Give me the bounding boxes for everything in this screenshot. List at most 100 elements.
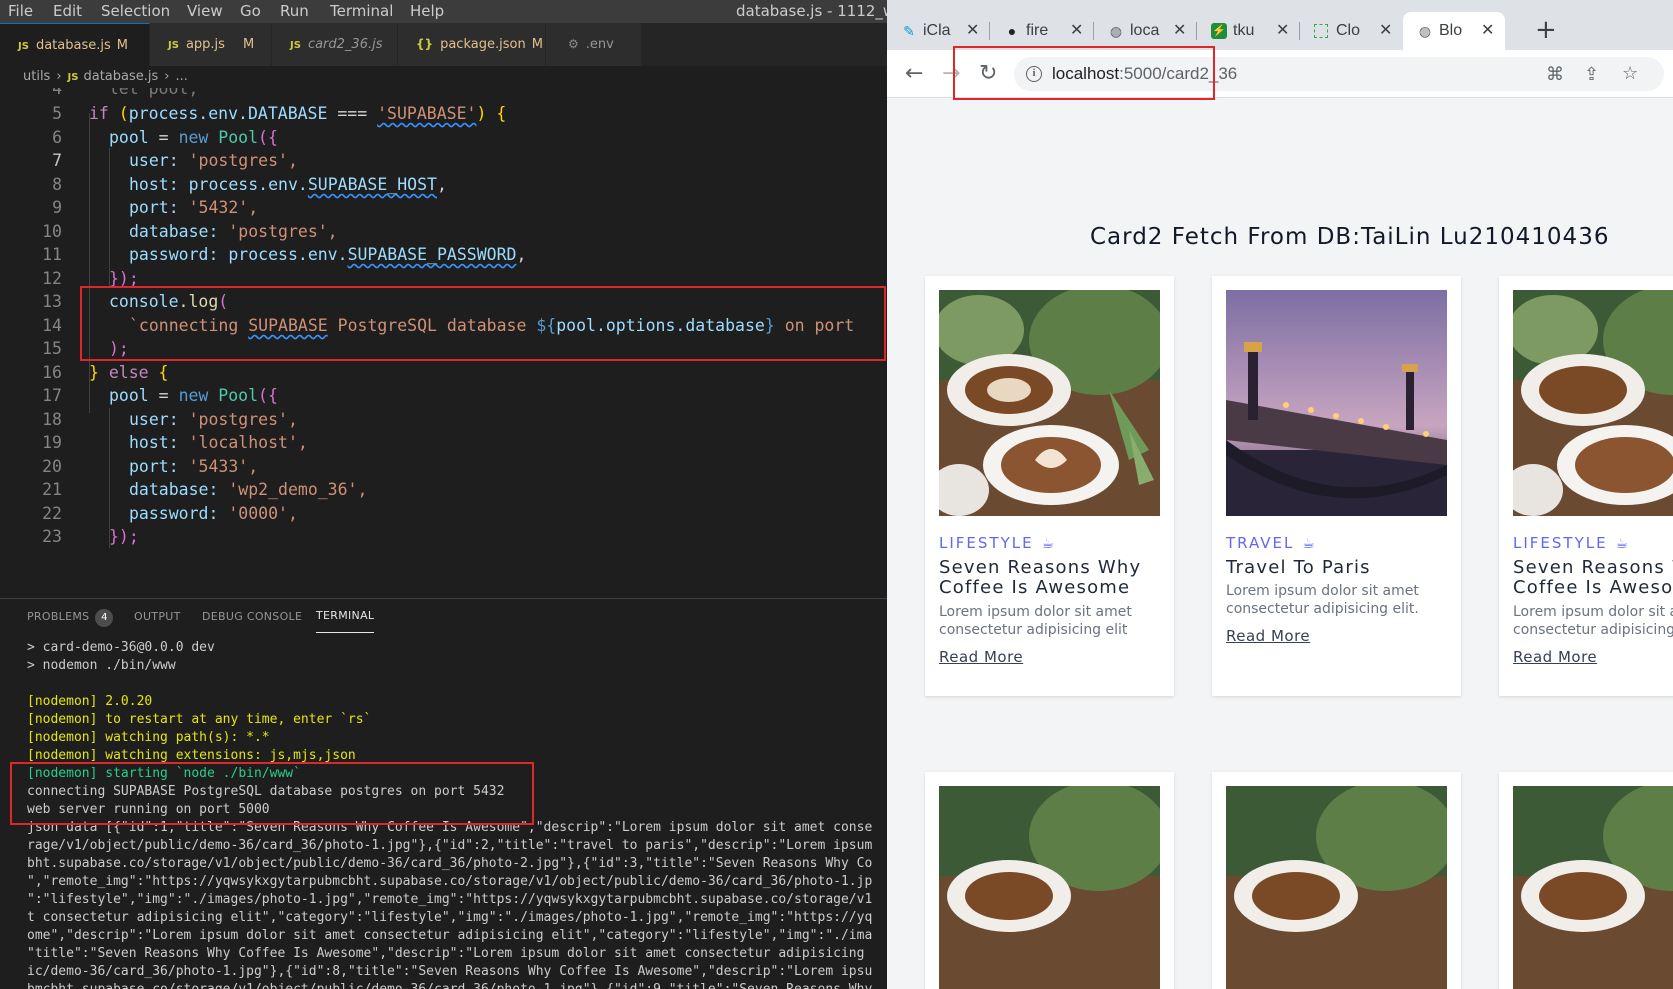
tab-problems[interactable]: PROBLEMS 4 [27, 599, 114, 634]
read-more-link[interactable]: Read More [1513, 648, 1597, 666]
card-description: Lorem ipsum dolor sit amet consectetur a… [1513, 604, 1673, 638]
menu-go[interactable]: Go [240, 0, 261, 23]
bottom-panel: PROBLEMS 4 OUTPUT DEBUG CONSOLE TERMINAL … [0, 598, 887, 989]
code-line: 19 host: 'localhost', [42, 433, 308, 452]
close-icon[interactable]: ✕ [1276, 12, 1289, 50]
highlight-box [80, 286, 886, 361]
tab-database-js[interactable]: JS database.js M [0, 23, 150, 66]
terminal-line: > card-demo-36@0.0.0 dev [27, 640, 215, 655]
browser-tab-title: tku [1233, 22, 1255, 39]
card-category: TRAVEL ☕ [1226, 534, 1317, 552]
bookmark-star-icon[interactable]: ☆ [1622, 63, 1638, 84]
menu-terminal[interactable]: Terminal [330, 0, 393, 23]
tab-terminal[interactable]: TERMINAL [316, 599, 375, 633]
coffee-image [1226, 786, 1447, 989]
back-arrow-icon[interactable]: ← [905, 60, 923, 88]
menu-view[interactable]: View [187, 0, 223, 23]
panel-tabs: PROBLEMS 4 OUTPUT DEBUG CONSOLE TERMINAL [0, 599, 887, 634]
coffee-cup-icon: ☕ [1615, 536, 1631, 552]
card-title: Seven Reasons Why Coffee Is Awesome [939, 557, 1142, 598]
menu-run[interactable]: Run [280, 0, 309, 23]
terminal-line: ","remote_img":"https://yqwsykxgytarpubm… [27, 874, 873, 889]
github-icon: ● [1007, 23, 1017, 39]
modified-badge: M [116, 38, 128, 53]
terminal-line: bmcbht.supabase.co/storage/v1/object/pub… [27, 981, 887, 989]
editor-tabs: JS database.js M JS app.js M JS card2_36.js {… [0, 23, 887, 66]
browser-tab-title: Blo [1439, 22, 1463, 39]
close-icon[interactable]: ✕ [1481, 12, 1494, 50]
breadcrumb-file[interactable]: database.js [83, 69, 158, 84]
close-icon[interactable]: ✕ [1173, 12, 1186, 50]
page-title: Card2 Fetch From DB:TaiLin Lu210410436 [1090, 224, 1610, 250]
browser-tab-title: Clo [1336, 22, 1361, 39]
new-tab-plus-icon[interactable]: + [1535, 17, 1557, 43]
blog-card: LIFESTYLE☕ Seven Reasons Why Coffee Is A… [1499, 276, 1673, 696]
code-editor[interactable]: 4 let pool; 5 if (process.env.DATABASE ==… [0, 88, 887, 598]
close-icon[interactable]: ✕ [966, 12, 979, 50]
menu-selection[interactable]: Selection [101, 0, 170, 23]
read-more-link[interactable]: Read More [1226, 627, 1310, 645]
window-title: database.js - 1112_wp2 [736, 2, 887, 20]
tab-label: database.js [35, 38, 111, 53]
menu-edit[interactable]: Edit [53, 0, 82, 23]
terminal-line: rage/v1/object/public/demo-36/card_36/ph… [27, 838, 873, 853]
tab-output[interactable]: OUTPUT [134, 599, 181, 634]
code-line: 10 database: 'postgres', [42, 222, 338, 241]
web-page: Card2 Fetch From DB:TaiLin Lu210410436 L… [887, 98, 1673, 989]
browser-tab-tku[interactable]: ⚡ tku ✕ [1197, 12, 1300, 50]
browser-tab-blo-active[interactable]: ◍ Blo ✕ [1403, 12, 1505, 50]
share-icon[interactable]: ⇪ [1584, 64, 1599, 85]
code-line: 18 user: 'postgres', [42, 410, 298, 429]
breadcrumb-folder[interactable]: utils [23, 69, 50, 84]
browser-window: ✎ iCla ✕ ● fire ✕ ◍ loca ✕ ⚡ tku ✕ Clo ✕… [887, 0, 1673, 989]
tab-package-json[interactable]: {} package.json M [398, 23, 546, 66]
breadcrumb: utils › JS database.js ›... [0, 66, 887, 88]
code-line: 11 password: process.env.SUPABASE_PASSWOR… [42, 245, 527, 264]
code-line: 16} else { [42, 363, 169, 382]
browser-tab-icla[interactable]: ✎ iCla ✕ [887, 12, 990, 50]
terminal-line: ":"lifestyle","img":"./images/photo-1.jp… [27, 892, 873, 907]
terminal-line: [nodemon] 2.0.20 [27, 694, 153, 709]
coffee-image [1513, 290, 1673, 516]
chevron-right-icon: › [56, 69, 62, 84]
close-icon[interactable]: ✕ [1379, 12, 1392, 50]
gear-icon: ⚙ [568, 37, 579, 51]
card-description: Lorem ipsum dolor sit amet consectetur a… [939, 604, 1132, 638]
js-file-icon: JS [18, 41, 29, 52]
code-line: 8 host: process.env.SUPABASE_HOST, [52, 175, 447, 194]
terminal-line: t consectetur adipisicing elit","categor… [27, 910, 873, 925]
close-icon[interactable]: ✕ [1070, 12, 1083, 50]
coffee-image [939, 290, 1160, 516]
tab-env[interactable]: ⚙ .env [546, 23, 642, 66]
code-line: 6 pool = new Pool({ [52, 128, 278, 147]
browser-tab-title: fire [1026, 22, 1049, 39]
blog-card: LIFESTYLE☕ Seven Reasons Why Coffee Is A… [925, 276, 1174, 696]
code-line: 7 user: 'postgres', [52, 151, 298, 170]
browser-tab-clo[interactable]: Clo ✕ [1300, 12, 1403, 50]
browser-tab-github[interactable]: ● fire ✕ [990, 12, 1094, 50]
terminal-line: > nodemon ./bin/www [27, 658, 176, 673]
terminal-line: ome","descrip":"Lorem ipsum dolor sit am… [27, 928, 873, 943]
code-line: 4 let pool; [52, 88, 199, 98]
breadcrumb-tail[interactable]: ... [175, 69, 187, 84]
tab-debug-console[interactable]: DEBUG CONSOLE [202, 599, 302, 634]
translate-icon[interactable]: ⌘ [1546, 64, 1564, 85]
read-more-link[interactable]: Read More [939, 648, 1023, 666]
code-line: 20 port: '5433', [42, 457, 259, 476]
menu-file[interactable]: File [8, 0, 33, 23]
coffee-image [1513, 786, 1673, 989]
browser-tab-localhost[interactable]: ◍ loca ✕ [1094, 12, 1197, 50]
terminal-line: bht.supabase.co/storage/v1/object/public… [27, 856, 873, 871]
menu-help[interactable]: Help [410, 0, 444, 23]
dashed-square-icon [1314, 24, 1328, 38]
code-line: 17 pool = new Pool({ [42, 386, 278, 405]
blog-card: TRAVEL ☕ Travel To Paris Lorem ipsum dolo… [1212, 276, 1461, 696]
globe-icon: ◍ [1109, 23, 1123, 39]
card-title: Travel To Paris [1226, 557, 1371, 578]
tab-label: package.json [440, 37, 526, 52]
tab-label: card2_36.js [307, 37, 383, 52]
tab-card2-36-js[interactable]: JS card2_36.js [272, 23, 398, 66]
tab-app-js[interactable]: JS app.js M [150, 23, 272, 66]
modified-badge: M [242, 37, 255, 52]
